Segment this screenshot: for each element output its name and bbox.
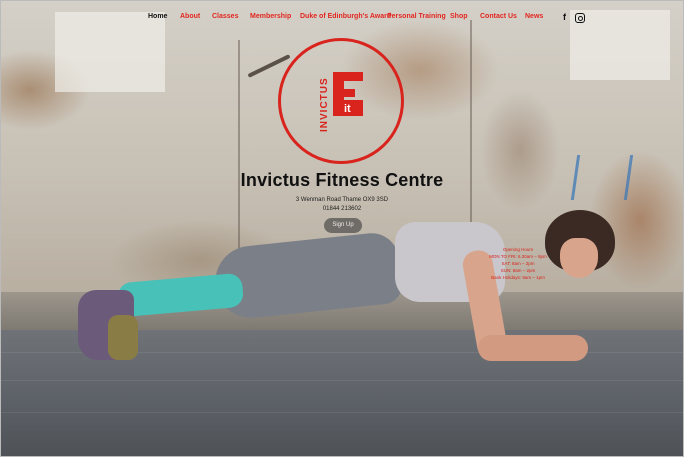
opening-hours: Opening Hours MON TO FRI: 6.30am – 9pm S…: [478, 246, 558, 281]
logo-wordmark: INVICTUS: [319, 77, 330, 132]
nav-membership[interactable]: Membership: [250, 13, 291, 20]
nav-about[interactable]: About: [180, 13, 200, 20]
facebook-icon[interactable]: f: [563, 12, 566, 22]
pavement-line: [0, 412, 684, 413]
hours-heading: Opening Hours: [502, 247, 534, 252]
hours-line: MON TO FRI: 6.30am – 9pm: [489, 254, 547, 259]
nav-duke-of-edinburgh[interactable]: Duke of Edinburgh's Award: [300, 13, 391, 20]
woman-forearm: [478, 335, 588, 361]
nav-contact-us[interactable]: Contact Us: [480, 13, 517, 20]
hours-line: SUN: 8am – 2pm: [500, 268, 536, 273]
instagram-icon[interactable]: [575, 13, 585, 23]
logo-it-text: it: [344, 103, 351, 115]
sign-up-button[interactable]: Sign Up: [324, 218, 362, 233]
address: 3 Wenman Road Thame OX9 3SD: [295, 197, 389, 203]
nav-shop[interactable]: Shop: [450, 13, 468, 20]
woman-shoe: [108, 315, 138, 360]
nav-home[interactable]: Home: [148, 13, 167, 20]
phone-number[interactable]: 01844 213602: [0, 206, 684, 212]
pavement-line: [0, 380, 684, 381]
woman-face: [560, 238, 598, 278]
nav-news[interactable]: News: [525, 13, 543, 20]
hours-line: Bank Holidays: 9am – 1pm: [491, 275, 545, 280]
nav-classes[interactable]: Classes: [212, 13, 238, 20]
page-title: Invictus Fitness Centre: [240, 170, 444, 190]
hours-line: SAT: 8am – 2pm: [501, 261, 535, 266]
nav-personal-training[interactable]: Personal Training: [387, 13, 446, 20]
